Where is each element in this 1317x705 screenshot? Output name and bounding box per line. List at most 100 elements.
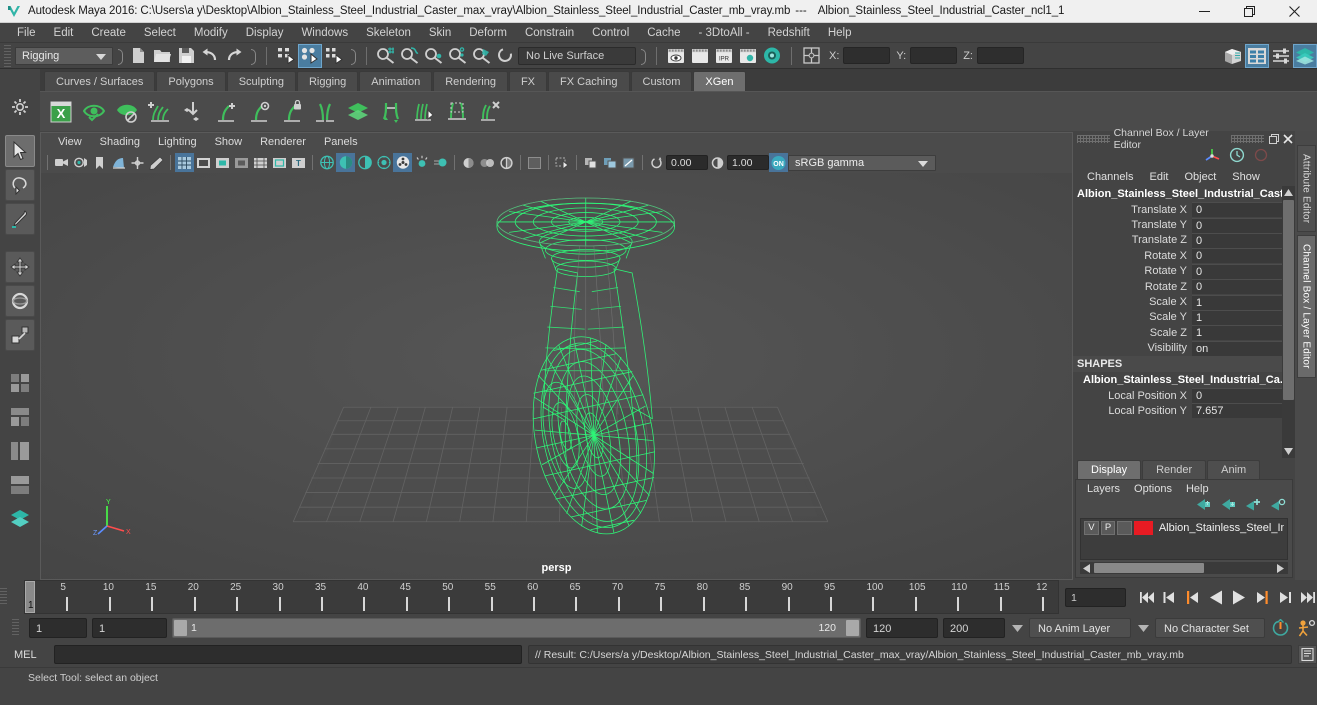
multisample-icon[interactable] (459, 153, 478, 172)
layer-row[interactable]: V P Albion_Stainless_Steel_In (1081, 519, 1287, 536)
render-settings-icon[interactable] (736, 44, 760, 68)
show-menu[interactable]: Show (1224, 171, 1268, 183)
shelf-tab-curves-surfaces[interactable]: Curves / Surfaces (44, 71, 156, 91)
select-hierarchy-icon[interactable] (274, 44, 298, 68)
grease-pencil-icon[interactable] (147, 153, 166, 172)
ipr-render-icon[interactable]: IPR (712, 44, 736, 68)
shelf-tab-rendering[interactable]: Rendering (433, 71, 508, 91)
playback-end-field[interactable]: 120 (866, 618, 938, 638)
layer-name[interactable]: Albion_Stainless_Steel_In (1159, 522, 1284, 534)
gamma-field[interactable]: 1.00 (727, 155, 769, 170)
side-tab-channel-box[interactable]: Channel Box / Layer Editor (1296, 235, 1316, 379)
layer-list[interactable]: V P Albion_Stainless_Steel_In (1080, 518, 1288, 560)
camera-select-icon[interactable] (52, 153, 71, 172)
time-slider-track[interactable]: 1 5 10 15 20 25 30 35 40 45 50 55 60 65 70 75 80 85 90 95 1… (24, 580, 1059, 614)
channel-box-scroll-thumb[interactable] (1283, 200, 1294, 400)
exposure-icon[interactable] (647, 153, 666, 172)
channel-value[interactable]: 1 (1192, 325, 1282, 341)
scroll-left-icon[interactable] (1080, 563, 1092, 573)
channel-row-visibility[interactable]: Visibility on (1073, 340, 1282, 356)
menu-set-selector[interactable]: Rigging (15, 46, 113, 65)
snap-point-icon[interactable] (422, 44, 446, 68)
scroll-right-icon[interactable] (1274, 563, 1286, 573)
undo-icon[interactable] (198, 44, 222, 68)
image-plane-icon[interactable] (109, 153, 128, 172)
viewport-menu-panels[interactable]: Panels (315, 133, 367, 152)
exposure-field[interactable]: 0.00 (666, 155, 708, 170)
safe-action-icon[interactable] (270, 153, 289, 172)
menu-file[interactable]: File (8, 23, 45, 43)
depth-of-field-icon[interactable] (478, 153, 497, 172)
channel-row-scale-x[interactable]: Scale X 1 (1073, 294, 1282, 310)
options-menu[interactable]: Options (1127, 483, 1179, 495)
range-slider-grip[interactable] (12, 619, 19, 637)
viewport-menu-renderer[interactable]: Renderer (251, 133, 315, 152)
new-scene-icon[interactable] (126, 44, 150, 68)
character-set-chevron-down-icon[interactable] (1136, 618, 1150, 638)
layer-list-horizontal-scrollbar[interactable] (1080, 562, 1288, 574)
four-view-layout-icon[interactable] (5, 367, 35, 399)
menu-deform[interactable]: Deform (460, 23, 516, 43)
shelf-tab-animation[interactable]: Animation (359, 71, 433, 91)
status-line-grip[interactable] (4, 44, 11, 67)
four-view-layout-icon[interactable] (799, 44, 823, 68)
shelf-tab-polygons[interactable]: Polygons (156, 71, 226, 91)
layer-tool-icon[interactable] (343, 96, 373, 128)
animation-preferences-icon[interactable] (1296, 617, 1317, 639)
flip-guide-icon[interactable] (376, 96, 406, 128)
current-frame-field[interactable]: 1 (1065, 587, 1127, 607)
select-guide-icon[interactable] (244, 96, 274, 128)
screen-space-ambient-occlusion-icon[interactable] (412, 153, 431, 172)
undock-panel-icon[interactable] (1268, 134, 1281, 144)
bookmark-icon[interactable] (90, 153, 109, 172)
disable-preview-icon[interactable] (112, 96, 142, 128)
viewport-menu-shading[interactable]: Shading (91, 133, 149, 152)
edit-menu[interactable]: Edit (1141, 171, 1176, 183)
live-surface-field[interactable]: No Live Surface (518, 46, 636, 65)
viewport-menu-lighting[interactable]: Lighting (149, 133, 206, 152)
play-forwards-icon[interactable] (1228, 586, 1249, 608)
auto-keyframe-icon[interactable] (1270, 617, 1291, 639)
menu-create[interactable]: Create (82, 23, 135, 43)
redo-icon[interactable] (222, 44, 246, 68)
close-panel-icon[interactable] (1281, 134, 1295, 144)
snap-grid-icon[interactable] (374, 44, 398, 68)
film-gate-icon[interactable] (194, 153, 213, 172)
tab-anim[interactable]: Anim (1207, 460, 1261, 479)
channel-row-rotate-y[interactable]: Rotate Y 0 (1073, 263, 1282, 279)
shade-textured-icon[interactable] (355, 153, 374, 172)
anim-layer-chevron-down-icon[interactable] (1010, 618, 1024, 638)
channel-value[interactable]: 7.657 (1192, 403, 1282, 419)
viewport-snapshot-icon[interactable] (600, 153, 619, 172)
step-forward-frame-icon[interactable] (1251, 586, 1272, 608)
menu-windows[interactable]: Windows (292, 23, 357, 43)
snap-projected-center-icon[interactable] (446, 44, 470, 68)
channel-value[interactable]: 0 (1192, 217, 1282, 233)
smooth-shade-all-icon[interactable] (336, 153, 355, 172)
select-object-icon[interactable] (298, 43, 322, 68)
channel-value[interactable]: 0 (1192, 202, 1282, 218)
shadows-icon[interactable] (393, 153, 412, 172)
snap-curve-icon[interactable] (398, 44, 422, 68)
panel-drag-handle-left[interactable] (1077, 135, 1110, 143)
select-tool[interactable] (5, 135, 35, 167)
coord-y-field[interactable] (910, 47, 958, 64)
menu-skeleton[interactable]: Skeleton (357, 23, 420, 43)
play-backwards-icon[interactable] (1206, 586, 1227, 608)
convert-to-interactive-icon[interactable] (178, 96, 208, 128)
go-to-start-icon[interactable] (1138, 586, 1159, 608)
shelf-tab-rigging[interactable]: Rigging (296, 71, 359, 91)
script-language-label[interactable]: MEL (14, 649, 48, 661)
panel-drag-handle-right[interactable] (1231, 135, 1264, 143)
graph-editor-icon[interactable] (1245, 43, 1269, 68)
new-layer-icon[interactable] (1245, 498, 1261, 516)
menu-constrain[interactable]: Constrain (516, 23, 583, 43)
channel-row-local-position-x[interactable]: Local Position X 0 (1073, 388, 1282, 404)
xray-joints-icon[interactable] (553, 153, 572, 172)
menu-edit[interactable]: Edit (45, 23, 83, 43)
lasso-select-tool[interactable] (5, 169, 35, 201)
resolution-gate-icon[interactable] (213, 153, 232, 172)
minimize-button[interactable] (1182, 0, 1227, 23)
move-layer-down-icon[interactable] (1220, 498, 1236, 516)
menu-help[interactable]: Help (819, 23, 861, 43)
